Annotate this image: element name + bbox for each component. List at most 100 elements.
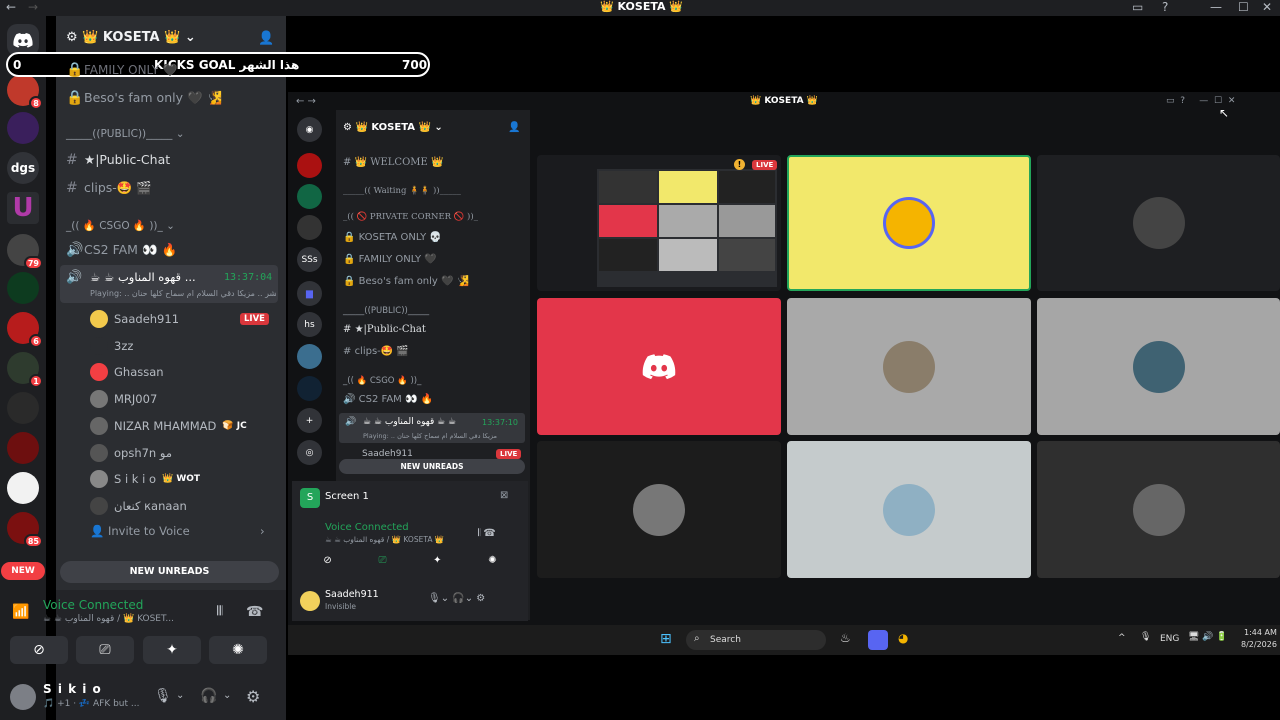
steam-icon[interactable]: ♨ — [840, 631, 851, 645]
tray-network-volume-battery[interactable]: 🖥 🔊 🔋 — [1188, 632, 1228, 642]
video-tile-saadeh[interactable] — [787, 155, 1031, 291]
camera-off-button[interactable]: ⊘ — [10, 636, 68, 664]
taskbar-search[interactable]: ⌕ Search — [686, 630, 826, 650]
inner-back-icon: ← → — [296, 96, 316, 107]
inner-channel-beso: 🔒 Beso's fam only 🖤 🧏 — [343, 276, 470, 287]
app-root: ← → 👑 KOSETA 👑 ▭ ? — ☐ ✕ 8 dgs U 79 6 1 … — [0, 0, 1280, 720]
help-icon[interactable]: ? — [1162, 0, 1168, 14]
window-title: 👑 KOSETA 👑 — [600, 0, 684, 13]
windows-taskbar: ⊞ ⌕ Search ♨ ◕ ^ 🎙 ENG 🖥 🔊 🔋 1:44 AM 8/2… — [288, 625, 1280, 655]
voice-user[interactable]: S i k i o 👑 WOT — [90, 470, 200, 489]
video-tile-ghassan[interactable] — [537, 298, 781, 435]
voice-user[interactable]: كنعان кanaan — [90, 496, 187, 515]
video-tile[interactable] — [1037, 155, 1280, 291]
settings-gear-icon[interactable]: ⚙ — [246, 687, 260, 706]
avatar — [90, 416, 108, 435]
video-tile[interactable] — [787, 298, 1031, 435]
noise-icon[interactable]: 𝄃𝄃 — [217, 604, 223, 619]
voice-user[interactable]: 3zz — [90, 336, 133, 355]
server-icon[interactable]: 6 — [7, 312, 43, 348]
forward-arrow-icon[interactable]: → — [28, 0, 38, 14]
voice-user[interactable]: Saadeh911 LIVE — [90, 310, 269, 328]
category-csgo[interactable]: _(( 🔥 CSGO 🔥 ))_ ⌄ — [66, 219, 175, 232]
tray-chevron-icon[interactable]: ^ — [1118, 633, 1126, 643]
server-icon[interactable] — [7, 432, 39, 464]
inner-voice-sub: ☕ ☕ قهوه المناوب / 👑 KOSETA 👑 — [325, 535, 445, 544]
channel-family[interactable]: 🔒FAMILY ONLY 🖤 — [66, 62, 178, 78]
new-unreads-button[interactable]: NEW UNREADS — [60, 561, 279, 583]
discord-logo-icon — [642, 353, 676, 379]
clock-time[interactable]: 1:44 AM — [1244, 628, 1277, 637]
server-dgs[interactable]: dgs — [7, 152, 39, 184]
server-icon[interactable] — [7, 112, 39, 144]
voice-user[interactable]: MRJ007 — [90, 390, 157, 409]
inner-category-private: _(( 🚫 PRIVATE CORNER 🚫 ))_ — [343, 212, 478, 222]
category-public[interactable]: _____((PUBLIC))_____ ⌄ — [66, 128, 185, 140]
server-icon[interactable]: 85 — [7, 512, 43, 548]
voice-user[interactable]: NIZAR MHAMMAD 🍞 JC — [90, 416, 247, 435]
inner-voice-panel — [292, 481, 528, 621]
channel-qahwa[interactable]: 🔊 ☕ ☕ قهوه المناوب ... 13:37:04 Playing:… — [60, 265, 278, 303]
maximize-icon[interactable]: ☐ — [1238, 0, 1249, 14]
avatar — [883, 197, 935, 249]
avatar[interactable] — [10, 684, 36, 710]
avatar — [90, 390, 108, 409]
video-tile[interactable] — [787, 441, 1031, 578]
chevron-down-icon: ⌄ — [184, 30, 196, 45]
search-icon: ⌕ — [694, 633, 700, 644]
new-badge[interactable]: NEW — [1, 562, 45, 580]
voice-connected-label: Voice Connected — [43, 598, 144, 612]
server-u[interactable]: U — [7, 192, 39, 224]
disconnect-icon[interactable]: ☎ — [246, 604, 263, 620]
inner-server-sss: SSs — [297, 247, 322, 272]
chrome-icon[interactable]: ◕ — [898, 631, 908, 645]
server-icon[interactable]: 79 — [7, 234, 43, 270]
video-tile-screenshare[interactable]: ! LIVE — [537, 155, 781, 291]
voice-channel-sub[interactable]: ☕ ☕ قهوه المناوب / 👑 KOSET... — [43, 614, 174, 624]
channel-cs2[interactable]: 🔊CS2 FAM 👀 🔥 — [66, 242, 177, 258]
activity-icon: ✦ — [166, 642, 178, 658]
video-tile[interactable] — [1037, 298, 1280, 435]
tray-mic-icon[interactable]: 🎙 — [1140, 632, 1151, 642]
server-icon[interactable] — [7, 392, 39, 424]
soundboard-button[interactable]: ✺ — [209, 636, 267, 664]
voice-user[interactable]: Ghassan — [90, 363, 164, 382]
channel-beso[interactable]: 🔒Beso's fam only 🖤 🧏 — [66, 90, 222, 106]
windows-start-icon[interactable]: ⊞ — [660, 631, 672, 647]
chevron-down-icon[interactable]: ⌄ — [223, 690, 231, 701]
soundboard-icon: ✺ — [232, 642, 244, 658]
inner-channel-cs2: 🔊 CS2 FAM 👀 🔥 — [343, 394, 434, 405]
server-icon[interactable]: 1 — [7, 352, 43, 388]
chevron-down-icon[interactable]: ⌄ — [176, 690, 184, 701]
language-indicator[interactable]: ENG — [1160, 634, 1179, 644]
activity-button[interactable]: ✦ — [143, 636, 201, 664]
add-friend-icon[interactable]: 👤 — [258, 31, 274, 46]
inner-server-header: ⚙ 👑 KOSETA 👑 ⌄ — [343, 122, 443, 133]
server-icon[interactable] — [7, 472, 39, 504]
inner-category-csgo: _(( 🔥 CSGO 🔥 ))_ — [343, 376, 422, 386]
video-tile[interactable] — [537, 441, 781, 578]
title-bar: ← → 👑 KOSETA 👑 ▭ ? — ☐ ✕ — [0, 0, 1280, 16]
channel-public-chat[interactable]: # ★|Public-Chat — [66, 152, 170, 168]
video-tile[interactable] — [1037, 441, 1280, 578]
inbox-icon[interactable]: ▭ — [1132, 0, 1143, 14]
server-header[interactable]: ⚙ 👑 KOSETA 👑 ⌄ — [66, 30, 196, 45]
screen-share-button[interactable]: ⎚ — [76, 636, 134, 664]
close-icon[interactable]: ✕ — [1262, 0, 1272, 14]
discord-taskbar-icon[interactable] — [868, 630, 888, 650]
inner-server-hs: hs — [297, 312, 322, 337]
voice-user[interactable]: opsh7n مو — [90, 443, 172, 462]
headphones-icon[interactable]: 🎧 — [200, 688, 217, 704]
minimize-icon[interactable]: — — [1210, 0, 1222, 14]
channel-clips[interactable]: # clips-🤩 🎬 — [66, 180, 152, 196]
back-arrow-icon[interactable]: ← — [6, 0, 16, 14]
server-icon[interactable] — [7, 272, 39, 304]
inner-live-badge: LIVE — [496, 449, 522, 459]
server-icon[interactable]: 8 — [7, 74, 43, 110]
avatar — [883, 483, 935, 536]
clock-date[interactable]: 8/2/2026 — [1241, 640, 1277, 649]
microphone-icon[interactable]: 🎙 — [154, 688, 172, 704]
invite-to-voice[interactable]: 👤 Invite to Voice › — [90, 524, 265, 538]
user-name: S i k i o — [43, 682, 102, 696]
signal-icon: 📶 — [12, 604, 30, 620]
